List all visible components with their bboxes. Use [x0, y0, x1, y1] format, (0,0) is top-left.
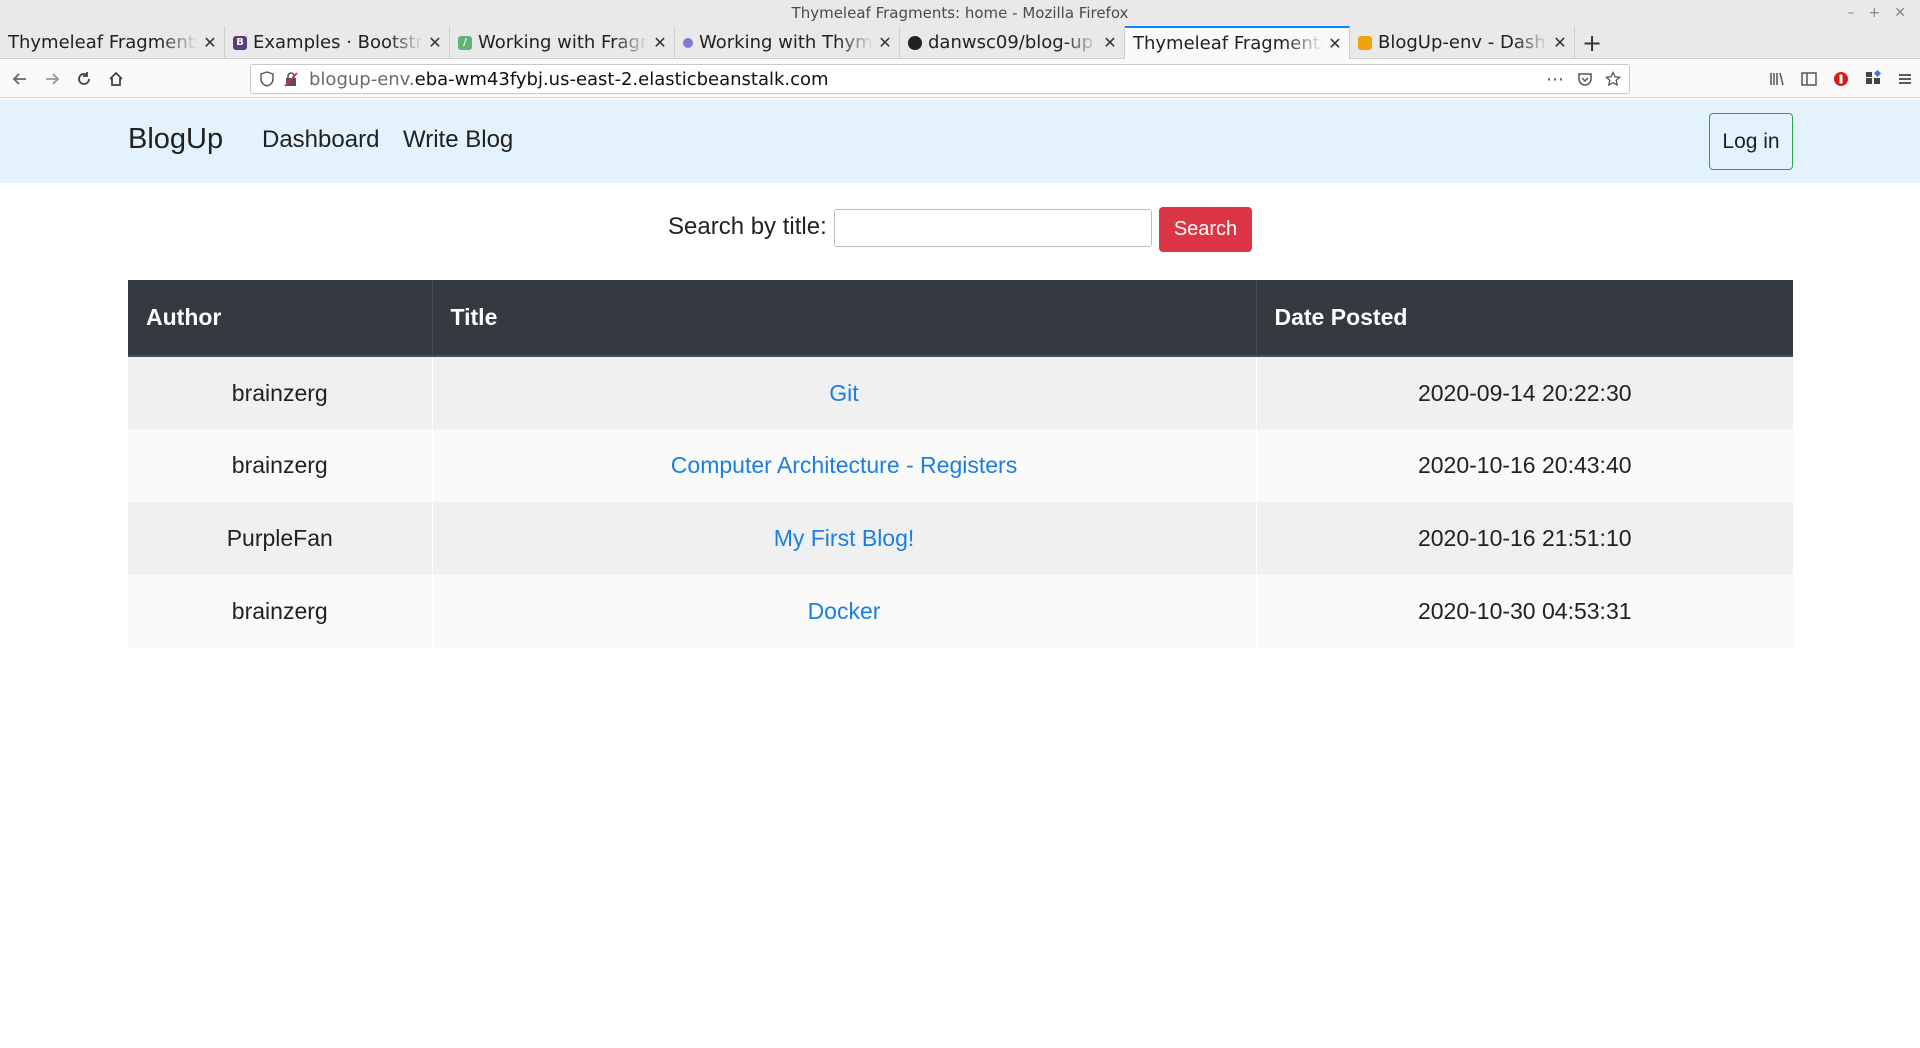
- home-button[interactable]: [100, 64, 132, 94]
- post-title-link[interactable]: My First Blog!: [774, 525, 915, 551]
- tab-label: Working with Thymeleaf: [699, 32, 873, 53]
- posts-table: Author Title Date Posted brainzerg Git 2…: [128, 280, 1793, 648]
- tab-strip: Thymeleaf Fragments ✕ B Examples · Boots…: [0, 26, 1920, 59]
- table-row: brainzerg Docker 2020-10-30 04:53:31: [128, 575, 1793, 648]
- insecure-lock-icon[interactable]: [283, 71, 299, 87]
- search-button[interactable]: Search: [1159, 207, 1252, 252]
- tab-close-icon[interactable]: ✕: [877, 33, 893, 52]
- login-button[interactable]: Log in: [1709, 113, 1793, 170]
- minimize-icon[interactable]: –: [1848, 0, 1855, 26]
- url-subdomain: blogup-env.: [309, 68, 415, 90]
- title-cell: Git: [432, 356, 1257, 429]
- title-cell: Docker: [432, 575, 1257, 648]
- window-controls: – + ✕: [1848, 0, 1906, 26]
- hamburger-menu-icon[interactable]: [1896, 70, 1914, 88]
- sidebar-icon[interactable]: [1800, 70, 1818, 88]
- tab-label: danwsc09/blog-up: [928, 32, 1094, 53]
- url-text[interactable]: blogup-env.eba-wm43fybj.us-east-2.elasti…: [309, 69, 829, 90]
- forward-arrow-icon: [46, 72, 60, 85]
- tab-close-icon[interactable]: ✕: [1552, 33, 1568, 52]
- tab-close-icon[interactable]: ✕: [427, 33, 443, 52]
- window-titlebar: Thymeleaf Fragments: home - Mozilla Fire…: [0, 0, 1920, 26]
- library-icon[interactable]: [1768, 70, 1786, 88]
- nav-link-write-blog[interactable]: Write Blog: [403, 126, 513, 154]
- column-header-author: Author: [128, 280, 433, 357]
- table-header-row: Author Title Date Posted: [128, 280, 1793, 357]
- ublock-icon[interactable]: [1832, 70, 1850, 88]
- table-row: brainzerg Computer Architecture - Regist…: [128, 429, 1793, 502]
- tab-label: BlogUp-env - Dashboard: [1378, 32, 1548, 53]
- bookmark-star-icon[interactable]: [1605, 71, 1621, 87]
- column-header-date: Date Posted: [1256, 280, 1793, 357]
- tab-close-icon[interactable]: ✕: [202, 33, 218, 52]
- browser-tab[interactable]: danwsc09/blog-up ✕: [900, 26, 1125, 59]
- date-cell: 2020-09-14 20:22:30: [1256, 356, 1793, 429]
- github-icon: [908, 35, 922, 50]
- tab-label: Thymeleaf Fragments: [8, 32, 198, 53]
- search-label: Search by title:: [668, 213, 827, 240]
- column-header-title: Title: [432, 280, 1257, 357]
- tab-close-icon[interactable]: ✕: [1327, 34, 1343, 53]
- table-row: brainzerg Git 2020-09-14 20:22:30: [128, 356, 1793, 429]
- author-cell: brainzerg: [128, 429, 433, 502]
- pocket-icon[interactable]: [1577, 71, 1593, 87]
- window-title: Thymeleaf Fragments: home - Mozilla Fire…: [791, 4, 1129, 22]
- bootstrap-icon: B: [233, 35, 247, 50]
- thymeleaf-icon: [683, 37, 693, 48]
- title-cell: My First Blog!: [432, 502, 1257, 575]
- nav-link-dashboard[interactable]: Dashboard: [262, 126, 379, 154]
- author-cell: brainzerg: [128, 356, 433, 429]
- post-title-link[interactable]: Computer Architecture - Registers: [671, 452, 1017, 478]
- browser-tab[interactable]: BlogUp-env - Dashboard ✕: [1350, 26, 1575, 59]
- site-navbar: BlogUp Dashboard Write Blog Log in: [0, 99, 1920, 183]
- date-cell: 2020-10-30 04:53:31: [1256, 575, 1793, 648]
- tab-label: Examples · Bootstrap: [253, 32, 423, 53]
- browser-tab[interactable]: B Examples · Bootstrap ✕: [225, 26, 450, 59]
- close-window-icon[interactable]: ✕: [1894, 0, 1906, 26]
- address-bar[interactable]: blogup-env.eba-wm43fybj.us-east-2.elasti…: [250, 64, 1630, 94]
- reload-icon: [78, 71, 90, 85]
- browser-toolbar: blogup-env.eba-wm43fybj.us-east-2.elasti…: [0, 60, 1920, 98]
- browser-tab[interactable]: Working with Thymeleaf ✕: [675, 26, 900, 59]
- author-cell: PurpleFan: [128, 502, 433, 575]
- browser-tab[interactable]: Thymeleaf Fragments ✕: [0, 26, 225, 59]
- forward-button[interactable]: [36, 64, 68, 94]
- date-cell: 2020-10-16 20:43:40: [1256, 429, 1793, 502]
- date-cell: 2020-10-16 21:51:10: [1256, 502, 1793, 575]
- maximize-icon[interactable]: +: [1869, 0, 1881, 26]
- extensions-icon[interactable]: [1864, 70, 1882, 88]
- table-row: PurpleFan My First Blog! 2020-10-16 21:5…: [128, 502, 1793, 575]
- new-tab-button[interactable]: +: [1575, 26, 1609, 59]
- url-domain: eba-wm43fybj.us-east-2.elasticbeanstalk.…: [414, 68, 829, 90]
- back-arrow-icon: [12, 72, 26, 85]
- reload-button[interactable]: [68, 64, 100, 94]
- tab-label: Working with Fragments: [478, 32, 648, 53]
- post-title-link[interactable]: Git: [829, 380, 858, 406]
- tab-label: Thymeleaf Fragments: [1133, 33, 1323, 54]
- title-cell: Computer Architecture - Registers: [432, 429, 1257, 502]
- search-input[interactable]: [834, 209, 1152, 247]
- tab-close-icon[interactable]: ✕: [652, 33, 668, 52]
- home-icon: [109, 71, 123, 86]
- baeldung-icon: /: [458, 35, 472, 50]
- page-actions-icon[interactable]: ⋯: [1546, 69, 1565, 90]
- browser-tab-active[interactable]: Thymeleaf Fragments ✕: [1125, 26, 1350, 59]
- tab-close-icon[interactable]: ✕: [1102, 33, 1118, 52]
- author-cell: brainzerg: [128, 575, 433, 648]
- post-title-link[interactable]: Docker: [808, 598, 881, 624]
- url-actions: ⋯: [1546, 65, 1621, 93]
- toolbar-icons: [1768, 60, 1914, 98]
- shield-icon[interactable]: [259, 71, 275, 87]
- back-button[interactable]: [4, 64, 36, 94]
- site-brand[interactable]: BlogUp: [128, 123, 223, 156]
- aws-icon: [1358, 35, 1372, 50]
- browser-tab[interactable]: / Working with Fragments ✕: [450, 26, 675, 59]
